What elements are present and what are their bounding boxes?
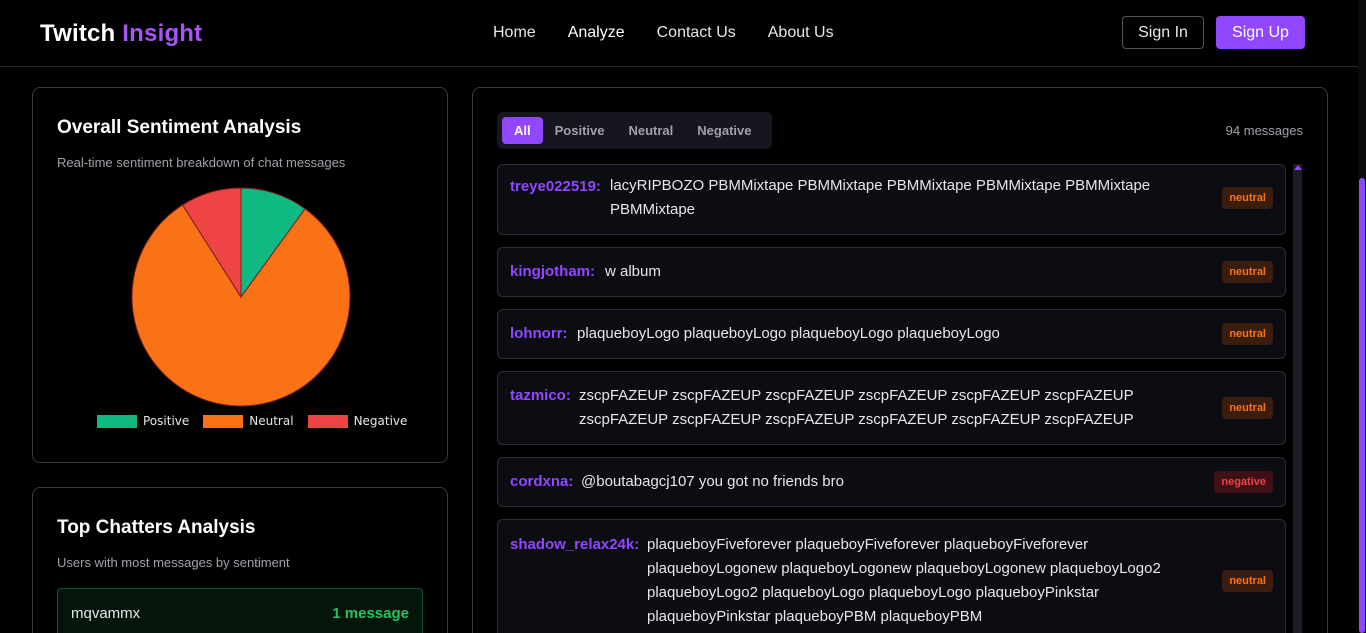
message-list[interactable]: treye022519: lacyRIPBOZO PBMMixtape PBMM… — [497, 164, 1303, 633]
page-scrollbar-thumb[interactable] — [1359, 178, 1365, 633]
sentiment-badge: neutral — [1222, 261, 1273, 283]
legend-label-neutral: Neutral — [249, 414, 294, 428]
sign-up-button[interactable]: Sign Up — [1216, 16, 1305, 49]
message-username[interactable]: treye022519: — [510, 178, 601, 195]
message-item: lohnorr: plaqueboyLogo plaqueboyLogo pla… — [497, 309, 1286, 359]
sentiment-badge: negative — [1214, 471, 1273, 493]
chat-messages-panel: All Positive Neutral Negative 94 message… — [472, 87, 1328, 633]
legend-item-negative[interactable]: Negative — [307, 414, 408, 428]
sentiment-badge: neutral — [1222, 397, 1273, 419]
sentiment-badge: neutral — [1222, 570, 1273, 592]
sentiment-badge: neutral — [1222, 187, 1273, 209]
nav-about-us[interactable]: About Us — [768, 24, 834, 42]
sentiment-badge: neutral — [1222, 323, 1273, 345]
app-logo[interactable]: Twitch Insight — [40, 20, 202, 48]
filter-negative[interactable]: Negative — [685, 117, 763, 144]
nav-analyze[interactable]: Analyze — [568, 24, 625, 42]
legend-item-neutral[interactable]: Neutral — [203, 414, 294, 428]
main-nav: Home Analyze Contact Us About Us — [493, 24, 834, 42]
message-item: kingjotham: w album neutral — [497, 247, 1286, 297]
message-text: plaqueboyFiveforever plaqueboyFiveforeve… — [647, 536, 1161, 625]
message-item: treye022519: lacyRIPBOZO PBMMixtape PBMM… — [497, 164, 1286, 235]
chatter-row[interactable]: mqvammx 1 message — [57, 588, 423, 633]
message-count: 94 messages — [1225, 123, 1303, 138]
top-navbar: Twitch Insight Home Analyze Contact Us A… — [0, 0, 1366, 67]
chatter-message-count: 1 message — [332, 605, 409, 622]
legend-swatch-negative — [307, 414, 348, 428]
message-text: plaqueboyLogo plaqueboyLogo plaqueboyLog… — [577, 325, 1000, 342]
chatters-card-title: Top Chatters Analysis — [57, 517, 256, 538]
sign-in-button[interactable]: Sign In — [1122, 16, 1204, 49]
legend-label-positive: Positive — [143, 414, 190, 428]
page-scrollbar[interactable] — [1358, 0, 1366, 633]
top-chatters-card: Top Chatters Analysis Users with most me… — [32, 487, 448, 633]
message-text: zscpFAZEUP zscpFAZEUP zscpFAZEUP zscpFAZ… — [579, 387, 1134, 428]
legend-swatch-positive — [97, 414, 137, 428]
sentiment-analysis-card: Overall Sentiment Analysis Real-time sen… — [32, 87, 448, 463]
legend-item-positive[interactable]: Positive — [97, 414, 189, 428]
chatters-card-subtitle: Users with most messages by sentiment — [57, 555, 290, 570]
message-username[interactable]: kingjotham: — [510, 263, 595, 280]
pie-legend: Positive Neutral Negative — [97, 414, 407, 428]
message-item: cordxna: @boutabagcj107 you got no frien… — [497, 457, 1286, 507]
filter-neutral[interactable]: Neutral — [616, 117, 685, 144]
logo-accent: Insight — [122, 20, 203, 47]
message-list-scrollbar[interactable] — [1293, 164, 1302, 633]
sentiment-pie-chart — [131, 187, 351, 407]
message-text: lacyRIPBOZO PBMMixtape PBMMixtape PBMMix… — [610, 177, 1151, 218]
message-text: @boutabagcj107 you got no friends bro — [581, 473, 844, 490]
legend-label-negative: Negative — [353, 414, 408, 428]
message-item: shadow_relax24k: plaqueboyFiveforever pl… — [497, 519, 1286, 633]
legend-swatch-neutral — [203, 414, 244, 428]
message-username[interactable]: shadow_relax24k: — [510, 536, 639, 553]
message-username[interactable]: tazmico: — [510, 387, 571, 404]
message-item: tazmico: zscpFAZEUP zscpFAZEUP zscpFAZEU… — [497, 371, 1286, 445]
logo-main: Twitch — [40, 20, 116, 47]
nav-home[interactable]: Home — [493, 24, 536, 42]
sentiment-filter-tabs: All Positive Neutral Negative — [497, 112, 772, 149]
message-username[interactable]: lohnorr: — [510, 325, 568, 342]
filter-positive[interactable]: Positive — [543, 117, 617, 144]
message-text: w album — [605, 263, 661, 280]
filter-all[interactable]: All — [502, 117, 543, 144]
chatter-name: mqvammx — [71, 605, 141, 622]
message-username[interactable]: cordxna: — [510, 473, 573, 490]
nav-contact-us[interactable]: Contact Us — [657, 24, 736, 42]
scroll-up-arrow-icon[interactable] — [1294, 165, 1302, 170]
